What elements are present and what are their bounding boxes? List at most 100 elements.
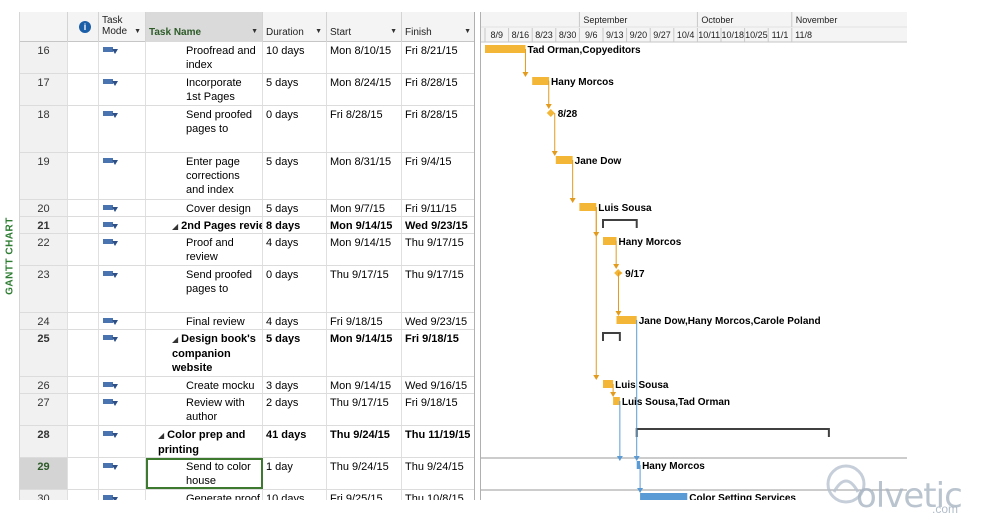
start-cell[interactable]: Mon 8/10/15 bbox=[327, 42, 402, 73]
finish-header[interactable]: Finish ▼ bbox=[402, 12, 474, 42]
task-grid[interactable]: i Task Mode ▼ Task Name ▼ Duration ▼ Sta… bbox=[20, 12, 475, 500]
duration-cell[interactable]: 8 days bbox=[263, 217, 327, 233]
start-cell[interactable]: Mon 8/31/15 bbox=[327, 153, 402, 199]
row-id[interactable]: 18 bbox=[20, 106, 68, 152]
duration-cell[interactable]: 5 days bbox=[263, 200, 327, 216]
row-id[interactable]: 21 bbox=[20, 217, 68, 233]
chevron-down-icon[interactable]: ▼ bbox=[134, 26, 141, 37]
indicators-header[interactable]: i bbox=[68, 12, 99, 42]
table-row[interactable]: 21 ◢ 2nd Pages revie 8 days Mon 9/14/15 Wed 9… bbox=[20, 217, 474, 234]
finish-cell[interactable]: Fri 8/28/15 bbox=[402, 106, 474, 152]
finish-cell[interactable]: Fri 8/28/15 bbox=[402, 74, 474, 105]
row-id[interactable]: 20 bbox=[20, 200, 68, 216]
finish-cell[interactable]: Fri 9/18/15 bbox=[402, 330, 474, 376]
finish-cell[interactable]: Thu 9/24/15 bbox=[402, 458, 474, 489]
table-row[interactable]: 30 Generate proof 10 days Fri 9/25/15 Thu 10… bbox=[20, 490, 474, 500]
task-name-cell[interactable]: Cover design bbox=[146, 200, 263, 216]
row-id[interactable]: 16 bbox=[20, 42, 68, 73]
finish-cell[interactable]: Thu 10/8/15 bbox=[402, 490, 474, 500]
table-row[interactable]: 22 Proof and review 4 days Mon 9/14/15 Thu 9… bbox=[20, 234, 474, 266]
duration-cell[interactable]: 41 days bbox=[263, 426, 327, 457]
finish-cell[interactable]: Thu 9/17/15 bbox=[402, 266, 474, 312]
row-id[interactable]: 17 bbox=[20, 74, 68, 105]
chevron-down-icon[interactable]: ▼ bbox=[464, 26, 471, 37]
task-name-cell[interactable]: Create mocku bbox=[146, 377, 263, 393]
table-row[interactable]: 16 Proofread and index 10 days Mon 8/10/15 F… bbox=[20, 42, 474, 74]
finish-cell[interactable]: Thu 9/17/15 bbox=[402, 234, 474, 265]
table-row[interactable]: 17 Incorporate 1st Pages 5 days Mon 8/24/15… bbox=[20, 74, 474, 106]
start-cell[interactable]: Mon 9/14/15 bbox=[327, 217, 402, 233]
select-all-corner[interactable] bbox=[20, 12, 68, 42]
table-row[interactable]: 20 Cover design 5 days Mon 9/7/15 Fri 9/11/1… bbox=[20, 200, 474, 217]
task-mode-cell[interactable] bbox=[99, 490, 146, 500]
task-name-cell[interactable]: Final review bbox=[146, 313, 263, 329]
start-cell[interactable]: Thu 9/17/15 bbox=[327, 394, 402, 425]
task-mode-cell[interactable] bbox=[99, 217, 146, 233]
task-bar[interactable] bbox=[532, 77, 550, 85]
task-mode-cell[interactable] bbox=[99, 458, 146, 489]
duration-cell[interactable]: 0 days bbox=[263, 106, 327, 152]
chevron-down-icon[interactable]: ▼ bbox=[315, 26, 322, 37]
task-name-cell[interactable]: Send proofed pages to bbox=[146, 106, 263, 152]
table-row[interactable]: 25 ◢ Design book's companion website 5 days… bbox=[20, 330, 474, 377]
milestone-date-label[interactable]: 9/17 bbox=[625, 269, 645, 280]
duration-header[interactable]: Duration ▼ bbox=[263, 12, 327, 42]
duration-cell[interactable]: 0 days bbox=[263, 266, 327, 312]
summary-bar[interactable] bbox=[602, 332, 621, 341]
row-id[interactable]: 22 bbox=[20, 234, 68, 265]
task-mode-cell[interactable] bbox=[99, 266, 146, 312]
task-bar[interactable] bbox=[555, 156, 573, 164]
task-name-cell[interactable]: Generate proof bbox=[146, 490, 263, 500]
task-name-cell[interactable]: Review with author bbox=[146, 394, 263, 425]
table-row[interactable]: 28 ◢ Color prep and printing 41 days Thu 9/2… bbox=[20, 426, 474, 458]
start-cell[interactable]: Thu 9/24/15 bbox=[327, 458, 402, 489]
task-bar[interactable] bbox=[603, 380, 614, 388]
start-cell[interactable]: Fri 9/18/15 bbox=[327, 313, 402, 329]
start-cell[interactable]: Mon 9/7/15 bbox=[327, 200, 402, 216]
finish-cell[interactable]: Wed 9/23/15 bbox=[402, 217, 474, 233]
duration-cell[interactable]: 5 days bbox=[263, 153, 327, 199]
start-cell[interactable]: Fri 8/28/15 bbox=[327, 106, 402, 152]
task-name-cell[interactable]: ◢ Design book's companion website bbox=[146, 330, 263, 376]
task-name-cell[interactable]: ◢ Color prep and printing bbox=[146, 426, 263, 457]
summary-bar[interactable] bbox=[602, 219, 638, 228]
task-bar[interactable] bbox=[616, 316, 637, 324]
finish-cell[interactable]: Wed 9/23/15 bbox=[402, 313, 474, 329]
finish-cell[interactable]: Thu 11/19/15 bbox=[402, 426, 474, 457]
task-mode-cell[interactable] bbox=[99, 394, 146, 425]
gantt-chart[interactable]: 8/9 8/16 8/23 8/30 9/6 9/13 9/20 9/27 10/4 10/11 1… bbox=[480, 12, 907, 500]
table-row[interactable]: 26 Create mocku 3 days Mon 9/14/15 Wed 9/16/… bbox=[20, 377, 474, 394]
start-header[interactable]: Start ▼ bbox=[327, 12, 402, 42]
duration-cell[interactable]: 1 day bbox=[263, 458, 327, 489]
task-name-cell[interactable]: Send proofed pages to bbox=[146, 266, 263, 312]
finish-cell[interactable]: Fri 9/4/15 bbox=[402, 153, 474, 199]
start-cell[interactable]: Mon 9/14/15 bbox=[327, 377, 402, 393]
task-bar[interactable] bbox=[640, 493, 688, 500]
task-mode-cell[interactable] bbox=[99, 106, 146, 152]
table-row[interactable]: 23 Send proofed pages to 0 days Thu 9/17/15… bbox=[20, 266, 474, 313]
task-name-cell[interactable]: Enter page corrections and index bbox=[146, 153, 263, 199]
task-name-cell[interactable]: Proofread and index bbox=[146, 42, 263, 73]
task-name-cell[interactable]: Incorporate 1st Pages bbox=[146, 74, 263, 105]
table-row[interactable]: 24 Final review 4 days Fri 9/18/15 Wed 9/23/… bbox=[20, 313, 474, 330]
duration-cell[interactable]: 5 days bbox=[263, 330, 327, 376]
task-bar[interactable] bbox=[603, 237, 617, 245]
start-cell[interactable]: Mon 9/14/15 bbox=[327, 330, 402, 376]
finish-cell[interactable]: Wed 9/16/15 bbox=[402, 377, 474, 393]
task-bar[interactable] bbox=[579, 203, 597, 211]
start-cell[interactable]: Fri 9/25/15 bbox=[327, 490, 402, 500]
duration-cell[interactable]: 5 days bbox=[263, 74, 327, 105]
row-id[interactable]: 27 bbox=[20, 394, 68, 425]
chevron-down-icon[interactable]: ▼ bbox=[251, 26, 258, 37]
milestone-marker[interactable] bbox=[546, 109, 555, 117]
duration-cell[interactable]: 3 days bbox=[263, 377, 327, 393]
task-mode-cell[interactable] bbox=[99, 42, 146, 73]
task-bar[interactable] bbox=[636, 461, 641, 469]
task-mode-cell[interactable] bbox=[99, 153, 146, 199]
task-mode-cell[interactable] bbox=[99, 426, 146, 457]
duration-cell[interactable]: 10 days bbox=[263, 42, 327, 73]
duration-cell[interactable]: 4 days bbox=[263, 313, 327, 329]
finish-cell[interactable]: Fri 9/11/15 bbox=[402, 200, 474, 216]
task-name-cell[interactable]: ◢ 2nd Pages revie bbox=[146, 217, 263, 233]
task-mode-cell[interactable] bbox=[99, 330, 146, 376]
